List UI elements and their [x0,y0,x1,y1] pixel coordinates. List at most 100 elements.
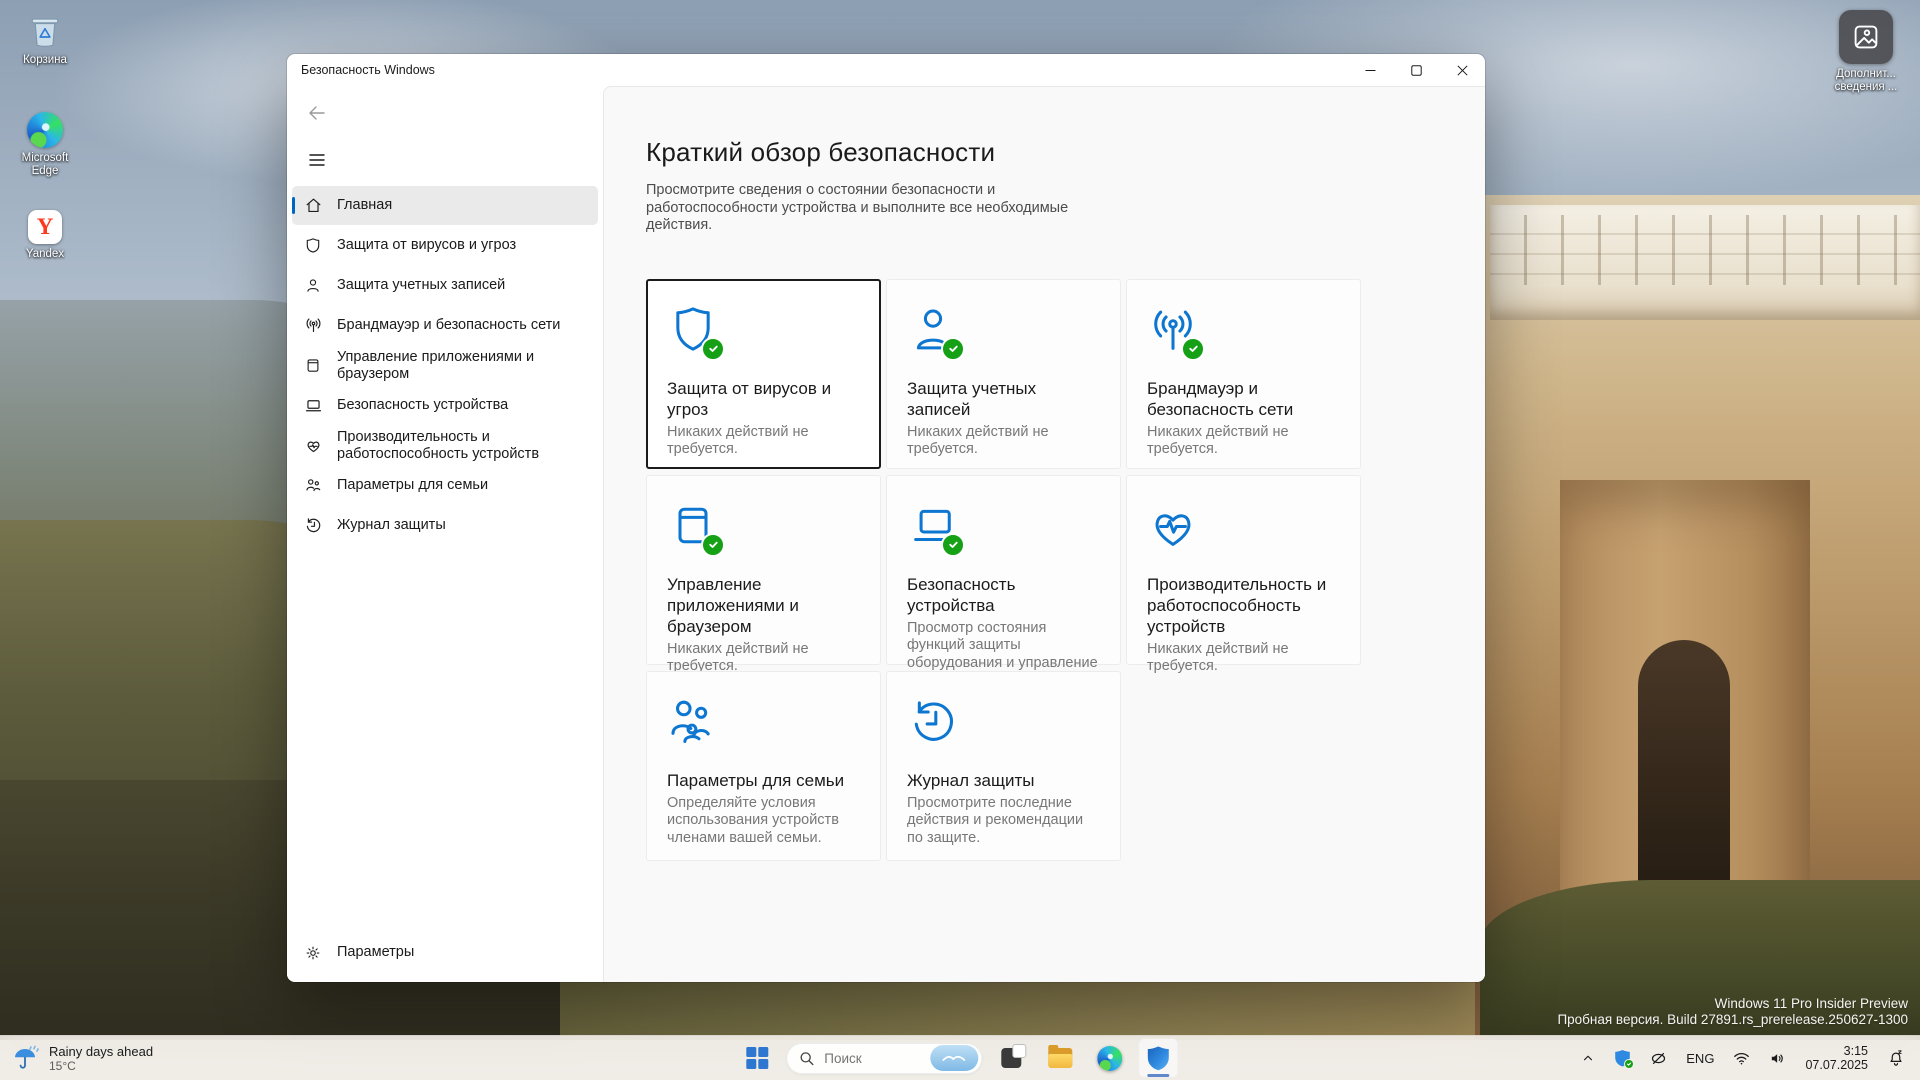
shield-icon [667,304,725,361]
check-badge [1624,1059,1635,1069]
card-status: Никаких действий не требуется. [907,423,1049,458]
maximize-button[interactable] [1393,54,1439,86]
titlebar[interactable]: Безопасность Windows [287,54,1485,86]
volume-icon[interactable] [1766,1047,1789,1070]
card-firewall[interactable]: Брандмауэр и безопасность сети Никаких д… [1126,278,1361,469]
insider-build-watermark: Windows 11 Pro Insider Preview Пробная в… [1557,996,1908,1028]
umbrella-rain-icon [15,1045,39,1069]
bing-daily-image[interactable] [930,1045,979,1071]
search-icon [800,1051,814,1065]
card-status: Никаких действий не требуется. [1147,423,1289,458]
weather-widget[interactable]: Rainy days ahead 15°C [0,1036,167,1080]
check-badge [941,336,965,361]
search-box[interactable] [786,1042,983,1074]
desktop-icon-edge[interactable]: Microsoft Edge [6,112,84,178]
card-account-protection[interactable]: Защита учетных записей Никаких действий … [886,278,1121,469]
card-title: Производительность и работоспособность у… [1147,574,1327,636]
windows-security-button[interactable] [1138,1038,1179,1078]
sidebar-item-protection-history[interactable]: Журнал защиты [292,506,598,545]
apps-icon [303,356,323,376]
shield-icon [303,236,323,256]
wifi-icon[interactable] [1730,1048,1753,1069]
windows-security-window: Безопасность Windows Главная Защита от в… [287,54,1485,982]
sidebar-item-account-protection[interactable]: Защита учетных записей [292,266,598,305]
sidebar-item-device-security[interactable]: Безопасность устройства [292,386,598,425]
person-icon [303,276,323,296]
sidebar-item-family-options[interactable]: Параметры для семьи [292,466,598,505]
network-icon [303,316,323,336]
card-title: Брандмауэр и безопасность сети [1147,378,1294,419]
desktop-icon-label: Корзина [23,54,67,66]
card-app-browser-control[interactable]: Управление приложениями и браузером Ника… [646,474,881,674]
desktop-icon-label: Yandex [25,248,65,260]
file-explorer-button[interactable] [1040,1038,1080,1078]
card-title: Журнал защиты [907,770,1035,790]
card-family-options[interactable]: Параметры для семьи Определяйте условия … [646,670,881,861]
history-icon [303,516,323,536]
window-title: Безопасность Windows [301,63,435,77]
watermark-line2: Пробная версия. Build 27891.rs_prereleas… [1557,1012,1908,1027]
apps-icon [667,500,725,557]
card-device-health[interactable]: Производительность и работоспособность у… [1126,474,1361,674]
desktop-icon-yandex[interactable]: Y Yandex [6,210,84,261]
card-virus-protection[interactable]: Защита от вирусов и угроз Никаких действ… [646,278,881,469]
clock[interactable]: 3:15 07.07.2025 [1802,1041,1871,1076]
tray-eye-off-icon[interactable] [1647,1047,1670,1070]
tray-date: 07.07.2025 [1805,1058,1868,1072]
windows-logo-icon [746,1047,769,1069]
sidebar-item-firewall[interactable]: Брандмауэр и безопасность сети [292,306,598,345]
tray-time: 3:15 [1843,1043,1868,1058]
start-button[interactable] [737,1038,777,1078]
card-title: Параметры для семьи [667,770,845,790]
check-badge [701,336,725,361]
taskbar-center [737,1036,1179,1080]
menu-button[interactable] [301,146,333,174]
check-badge [701,532,725,557]
tray-chevron-up-icon[interactable] [1578,1048,1598,1068]
minimize-button[interactable] [1347,54,1393,86]
home-icon [303,196,323,216]
taskbar: Rainy days ahead 15°C Поиск ENG 3:15 07.… [0,1035,1920,1080]
weather-title: Rainy days ahead [49,1043,154,1059]
sidebar-item-settings[interactable]: Параметры [292,933,598,972]
defender-shield-icon [1147,1046,1169,1071]
sidebar-item-virus-protection[interactable]: Защита от вирусов и угроз [292,226,598,265]
card-title: Управление приложениями и браузером [667,574,799,636]
card-device-security[interactable]: Безопасность устройства Просмотр состоян… [886,474,1121,688]
edge-icon [27,112,63,148]
card-status: Никаких действий не требуется. [1147,640,1289,675]
health-icon [303,436,323,456]
card-status: Определяйте условия использования устрой… [667,794,839,846]
weather-temperature: 15°C [49,1058,76,1073]
desktop-icon-recycle-bin[interactable]: Корзина [6,12,84,67]
selection-indicator [292,197,295,214]
watermark-line1: Windows 11 Pro Insider Preview [1714,996,1908,1011]
family-icon [667,696,719,748]
close-button[interactable] [1439,54,1485,86]
card-status: Никаких действий не требуется. [667,423,809,458]
back-button[interactable] [301,100,333,126]
task-view-button[interactable] [991,1038,1031,1078]
check-badge [941,532,965,557]
person-icon [907,304,965,361]
task-view-icon [1001,1044,1027,1068]
desktop-icon-info[interactable]: Дополнит... сведения ... [1827,10,1905,94]
edge-button[interactable] [1089,1038,1129,1078]
card-title: Защита учетных записей [907,378,1037,419]
family-icon [303,476,323,496]
security-cards-grid: Защита от вирусов и угроз Никаких действ… [646,278,1362,861]
language-indicator[interactable]: ENG [1683,1048,1717,1069]
sidebar-item-app-browser-control[interactable]: Управление приложениями и браузером [292,346,598,385]
image-placeholder-icon [1839,10,1893,64]
page-description: Просмотрите сведения о состоянии безопас… [646,182,1069,233]
card-protection-history[interactable]: Журнал защиты Просмотрите последние дейс… [886,670,1121,861]
notification-bell-dnd-icon[interactable] [1884,1046,1908,1070]
sidebar-nav: Главная Защита от вирусов и угроз Защита… [287,186,603,545]
check-badge [1181,336,1205,361]
search-input[interactable] [822,1049,923,1067]
history-icon [907,696,959,748]
sidebar-item-home[interactable]: Главная [292,186,598,225]
sidebar-item-device-health[interactable]: Производительность и работоспособность у… [292,426,598,465]
page-title: Краткий обзор безопасности [646,137,996,167]
tray-security-shield-icon[interactable] [1611,1046,1635,1070]
